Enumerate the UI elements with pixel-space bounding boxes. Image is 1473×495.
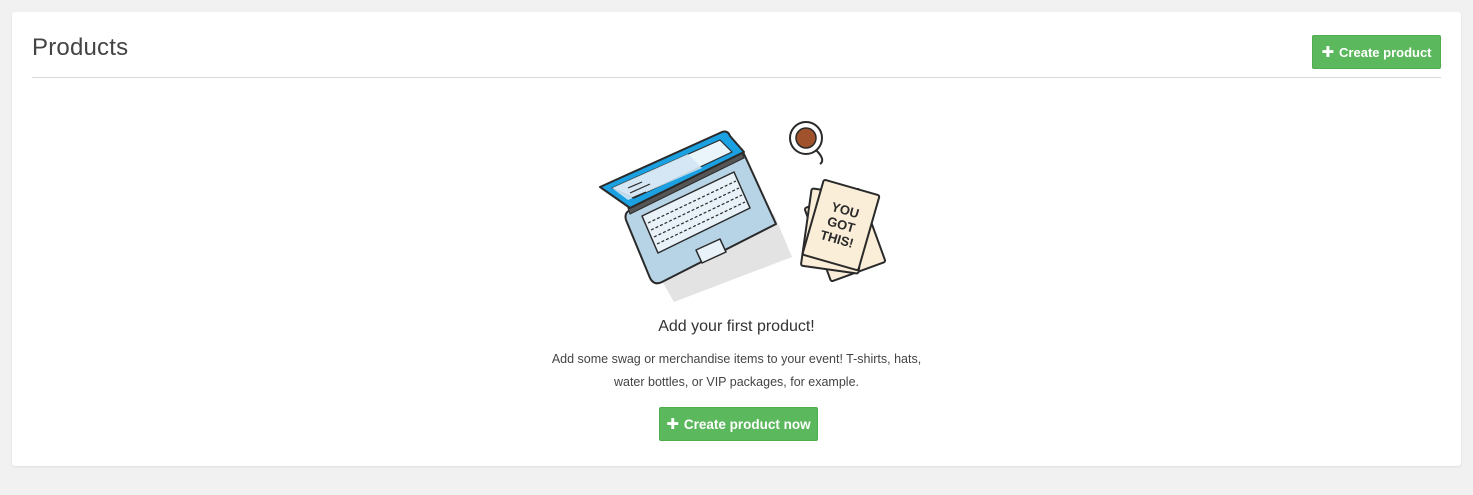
notes-icon: YOU GOT THIS! xyxy=(800,178,887,283)
create-product-button-label: Create product xyxy=(1339,44,1432,60)
empty-state-title: Add your first product! xyxy=(658,318,815,335)
laptop-coffee-notes-illustration: YOU GOT THIS! xyxy=(599,121,887,302)
plus-icon: ✚ xyxy=(1321,43,1335,61)
page-title: Products xyxy=(32,34,129,61)
coffee-cup-icon xyxy=(789,121,824,165)
create-product-button[interactable]: ✚ Create product xyxy=(1312,35,1441,69)
create-product-now-button-label: Create product now xyxy=(683,416,811,432)
empty-state-description: Add some swag or merchandise items to yo… xyxy=(551,352,922,389)
products-panel: Products ✚ Create product YOU GOT THIS! … xyxy=(12,12,1461,466)
create-product-now-button[interactable]: ✚ Create product now xyxy=(659,407,818,441)
panel-header: Products ✚ Create product xyxy=(32,12,1441,78)
plus-icon: ✚ xyxy=(666,415,679,433)
